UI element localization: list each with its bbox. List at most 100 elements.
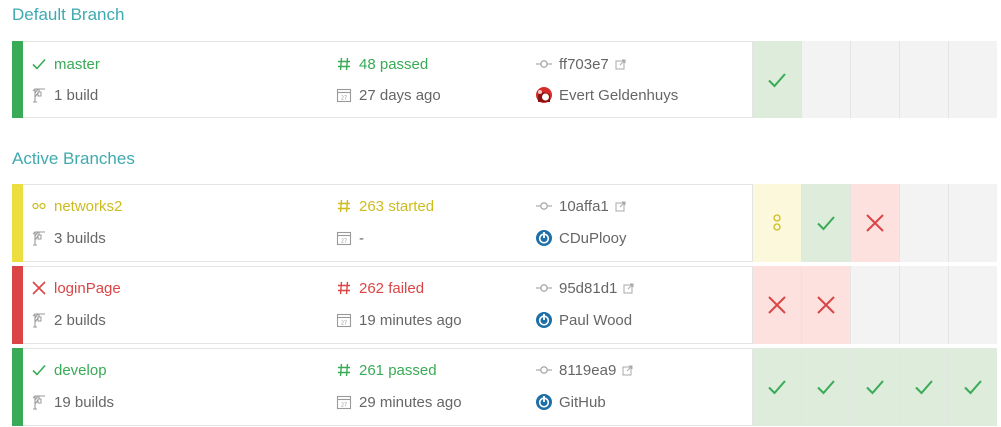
history-cell-empty — [899, 266, 948, 344]
branch-name-link[interactable]: develop — [30, 361, 107, 379]
history-cell-empty — [850, 266, 899, 344]
build-number: 263 started — [359, 197, 435, 215]
build-number-link[interactable]: 263 started — [335, 197, 434, 215]
build-count-label: 19 builds — [54, 393, 115, 411]
build-time: 27 29 minutes ago — [335, 393, 462, 411]
hash-icon — [335, 361, 353, 379]
build-count[interactable]: 3 builds — [30, 229, 106, 247]
history-cell-passed[interactable] — [801, 184, 850, 262]
branch-name: loginPage — [54, 279, 121, 297]
branch-row-networks2[interactable]: networks2 3 builds 263 started 27 - 10af… — [12, 184, 997, 262]
check-icon — [864, 376, 886, 398]
history-cell-passed[interactable] — [752, 348, 801, 426]
history-cell-started[interactable] — [752, 184, 801, 262]
build-number: 262 failed — [359, 279, 425, 297]
history-cell-failed[interactable] — [801, 266, 850, 344]
commit-icon — [535, 197, 553, 215]
build-number-link[interactable]: 48 passed — [335, 55, 428, 73]
build-count[interactable]: 1 build — [30, 86, 98, 104]
build-count[interactable]: 2 builds — [30, 311, 106, 329]
commit-link[interactable]: ff703e7 — [535, 55, 626, 73]
author-name: Evert Geldenhuys — [559, 86, 679, 104]
commit-link[interactable]: 95d81d1 — [535, 279, 634, 297]
build-time: 27 - — [335, 229, 364, 247]
branch-name-link[interactable]: master — [30, 55, 100, 73]
branch-row-loginPage[interactable]: loginPage 2 builds 262 failed 27 19 minu… — [12, 266, 997, 344]
history-cell-passed[interactable] — [850, 348, 899, 426]
status-bar — [12, 348, 23, 426]
history-cell-passed[interactable] — [948, 348, 997, 426]
build-number-link[interactable]: 262 failed — [335, 279, 424, 297]
build-time-label: - — [359, 229, 364, 247]
build-count[interactable]: 19 builds — [30, 393, 114, 411]
branch-name-link[interactable]: networks2 — [30, 197, 122, 215]
github-icon — [535, 229, 553, 247]
check-icon — [30, 361, 48, 379]
build-number-link[interactable]: 261 passed — [335, 361, 437, 379]
author-name: CDuPlooy — [559, 229, 627, 247]
commit-sha: ff703e7 — [559, 55, 609, 73]
history-cell-failed[interactable] — [752, 266, 801, 344]
started-dots-icon — [30, 197, 48, 215]
build-count-label: 2 builds — [54, 311, 106, 329]
history-cell-failed[interactable] — [850, 184, 899, 262]
branch-row-develop[interactable]: develop 19 builds 261 passed 27 29 minut… — [12, 348, 997, 426]
branch-name-link[interactable]: loginPage — [30, 279, 121, 297]
commit-link[interactable]: 8119ea9 — [535, 361, 633, 379]
history-cell-empty — [850, 41, 899, 118]
commit-sha: 95d81d1 — [559, 279, 618, 297]
commit-link[interactable]: 10affa1 — [535, 197, 626, 215]
history-cell-none — [899, 184, 948, 262]
github-icon — [535, 311, 553, 329]
external-link-icon — [623, 283, 634, 294]
crane-icon — [30, 311, 48, 329]
build-history — [752, 348, 997, 426]
branch-row-master[interactable]: master 1 build 48 passed 27 27 days ago … — [12, 41, 997, 118]
commit-author: Paul Wood — [535, 311, 632, 329]
build-number: 48 passed — [359, 55, 429, 73]
history-cell-passed[interactable] — [752, 41, 801, 118]
history-cell-passed[interactable] — [801, 348, 850, 426]
avatar — [535, 86, 553, 104]
hash-icon — [335, 279, 353, 297]
external-link-icon — [615, 59, 626, 70]
status-bar — [12, 184, 23, 262]
check-icon — [766, 69, 788, 91]
external-link-icon — [615, 201, 626, 212]
history-cell-passed[interactable] — [899, 348, 948, 426]
cross-icon — [864, 212, 886, 234]
build-count-label: 3 builds — [54, 229, 106, 247]
svg-text:27: 27 — [341, 321, 347, 327]
hash-icon — [335, 55, 353, 73]
history-cell-empty — [899, 41, 948, 118]
history-cell-empty — [948, 41, 997, 118]
check-icon — [30, 55, 48, 73]
crane-icon — [30, 393, 48, 411]
history-cell-empty — [948, 266, 997, 344]
history-cell-empty — [801, 41, 850, 118]
status-bar — [12, 41, 23, 118]
calendar-icon: 27 — [335, 393, 353, 411]
commit-icon — [535, 361, 553, 379]
cross-icon — [766, 294, 788, 316]
cross-icon — [30, 279, 48, 297]
check-icon — [962, 376, 984, 398]
commit-icon — [535, 279, 553, 297]
build-count-label: 1 build — [54, 86, 99, 104]
cross-icon — [815, 294, 837, 316]
history-cell-none — [948, 184, 997, 262]
hash-icon — [335, 197, 353, 215]
build-time: 27 27 days ago — [335, 86, 441, 104]
started-dots-icon — [769, 212, 785, 234]
commit-sha: 10affa1 — [559, 197, 609, 215]
commit-author: GitHub — [535, 393, 606, 411]
author-name: Paul Wood — [559, 311, 633, 329]
branch-name: master — [54, 55, 100, 73]
check-icon — [815, 212, 837, 234]
build-number: 261 passed — [359, 361, 437, 379]
commit-author: CDuPlooy — [535, 229, 627, 247]
commit-sha: 8119ea9 — [559, 361, 617, 379]
active-branches-title: Active Branches — [12, 149, 135, 168]
check-icon — [766, 376, 788, 398]
branch-name: develop — [54, 361, 107, 379]
